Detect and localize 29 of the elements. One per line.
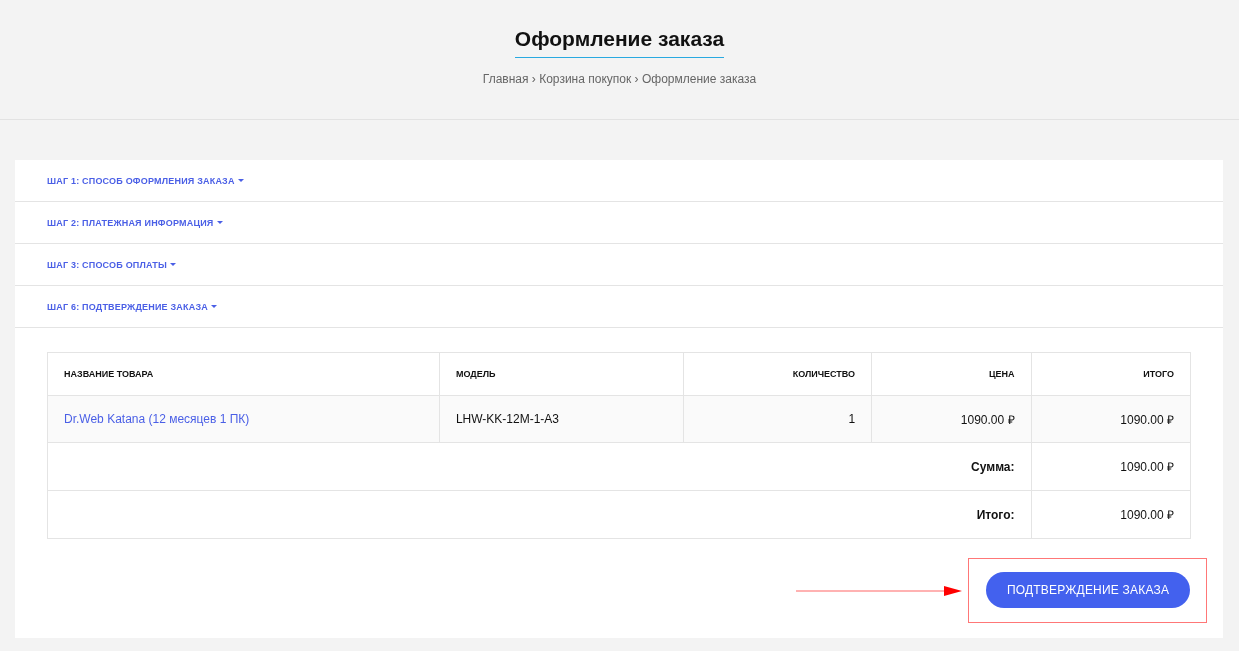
- breadcrumb-separator: ›: [531, 72, 536, 86]
- column-header: МОДЕЛЬ: [439, 352, 684, 396]
- caret-icon: [211, 305, 217, 308]
- total-label: Итого:: [47, 490, 1032, 539]
- table-cell: 1: [683, 395, 872, 443]
- step-toggle-link[interactable]: ШАГ 6: ПОДТВЕРЖДЕНИЕ ЗАКАЗА: [47, 301, 217, 312]
- caret-icon: [237, 179, 244, 182]
- step-toggle-link[interactable]: ШАГ 1: СПОСОБ ОФОРМЛЕНИЯ ЗАКАЗА: [47, 175, 244, 186]
- breadcrumb-link[interactable]: Оформление заказа: [641, 72, 757, 86]
- column-header: ИТОГО: [1031, 352, 1191, 396]
- caret-icon: [216, 221, 223, 224]
- table-cell: 1090.00 ₽: [1031, 395, 1191, 443]
- step-toggle-link[interactable]: ШАГ 3: СПОСОБ ОПЛАТЫ: [47, 259, 176, 270]
- column-header: КОЛИЧЕСТВО: [683, 352, 872, 396]
- breadcrumb-link[interactable]: Корзина покупок: [539, 72, 632, 86]
- confirm-order-button[interactable]: ПОДТВЕРЖДЕНИЕ ЗАКАЗА: [986, 572, 1190, 608]
- breadcrumb-separator: ›: [634, 72, 639, 86]
- caret-icon: [170, 263, 176, 266]
- column-header: ЦЕНА: [871, 352, 1032, 396]
- step-toggle-link[interactable]: ШАГ 2: ПЛАТЕЖНАЯ ИНФОРМАЦИЯ: [47, 217, 223, 228]
- total-value: 1090.00 ₽: [1031, 442, 1191, 491]
- total-value: 1090.00 ₽: [1031, 490, 1191, 539]
- page-title: Оформление заказа: [514, 27, 725, 58]
- column-header: НАЗВАНИЕ ТОВАРА: [47, 352, 440, 396]
- table-cell: 1090.00 ₽: [871, 395, 1032, 443]
- breadcrumb-link[interactable]: Главная: [482, 72, 529, 86]
- product-link[interactable]: Dr.Web Katana (12 месяцев 1 ПК): [64, 412, 250, 426]
- total-label: Сумма:: [47, 442, 1032, 491]
- table-cell: LHW-KK-12M-1-A3: [439, 395, 684, 443]
